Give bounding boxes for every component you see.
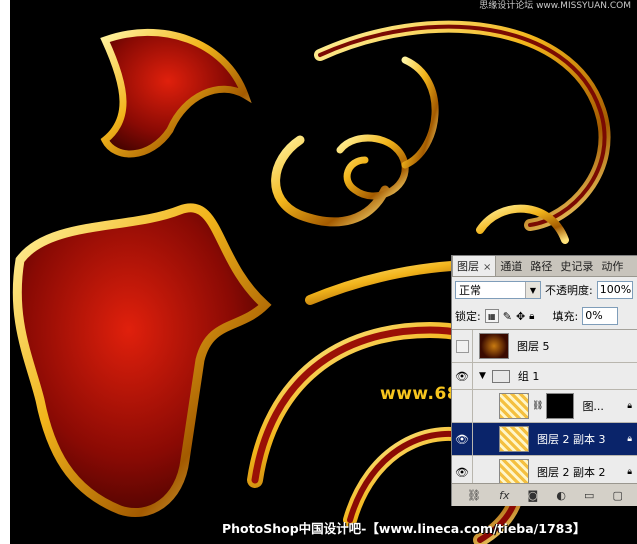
folder-icon — [491, 369, 510, 383]
layers-panel: 图层 × 通道 路径 史记录 动作 正常 ▼ 不透明度: 100% 锁定: ▦ ✎… — [451, 255, 637, 506]
fx-icon[interactable]: fx — [499, 489, 509, 502]
opacity-input[interactable]: 100% — [596, 281, 633, 299]
tab-layers[interactable]: 图层 × — [452, 256, 497, 276]
lock-icon: 🔒︎ — [627, 401, 632, 411]
chevron-down-icon: ▼ — [525, 282, 540, 298]
visibility-toggle[interactable] — [452, 330, 473, 362]
tab-label: 图层 — [457, 260, 479, 273]
lock-icon: 🔒︎ — [627, 467, 632, 477]
chain-link-icon: ⛓︎ — [532, 401, 544, 411]
mask-icon[interactable]: ◙ — [528, 489, 539, 502]
lock-icon: 🔒︎ — [627, 434, 632, 444]
mask-thumbnail — [546, 393, 575, 419]
link-icon[interactable]: ⛓︎ — [467, 489, 481, 502]
tab-channels[interactable]: 通道 — [496, 256, 526, 276]
lock-paint-icon[interactable]: ✎ — [503, 310, 512, 323]
blend-mode-value: 正常 — [459, 284, 481, 297]
close-icon[interactable]: × — [483, 262, 491, 273]
layer-name: 图层 2 副本 2 — [537, 466, 606, 479]
new-layer-icon[interactable]: ▢ — [612, 489, 622, 502]
eye-icon[interactable]: 👁︎ — [452, 423, 473, 455]
tab-paths[interactable]: 路径 — [526, 256, 556, 276]
layer-thumbnail — [499, 459, 529, 485]
group-name: 组 1 — [517, 370, 540, 383]
lock-position-icon[interactable]: ✥ — [516, 310, 525, 323]
tab-actions[interactable]: 动作 — [597, 256, 627, 276]
fill-input[interactable]: 0% — [582, 307, 619, 325]
layer-row[interactable]: ⛓︎ 图... 🔒︎ — [452, 390, 637, 423]
adjustment-icon[interactable]: ◐ — [556, 489, 566, 502]
layer-row[interactable]: 图层 5 — [452, 330, 637, 363]
fill-label: 填充: — [552, 310, 579, 323]
triangle-down-icon[interactable]: ▼ — [479, 371, 486, 381]
panel-tabs: 图层 × 通道 路径 史记录 动作 — [452, 256, 637, 277]
watermark-top: 思缘设计论坛 www.MISSYUAN.COM — [479, 1, 631, 11]
layer-name: 图... — [582, 400, 604, 413]
blend-mode-select[interactable]: 正常 ▼ — [455, 281, 541, 299]
lock-label: 锁定: — [455, 310, 481, 323]
layer-name: 图层 5 — [517, 340, 550, 353]
watermark-bottom: PhotoShop中国设计吧-【www.lineca.com/tieba/178… — [222, 521, 586, 536]
hidden-eye-icon — [455, 339, 469, 353]
layer-thumbnail — [479, 333, 509, 359]
visibility-toggle[interactable] — [452, 390, 473, 422]
layer-thumbnail — [499, 393, 529, 419]
panel-footer: ⛓︎ fx ◙ ◐ ▭ ▢ — [452, 483, 637, 506]
layer-row-selected[interactable]: 👁︎ 图层 2 副本 3 🔒︎ — [452, 423, 637, 456]
folder-icon[interactable]: ▭ — [584, 489, 594, 502]
eye-icon[interactable]: 👁︎ — [452, 363, 473, 389]
layer-list: 图层 5 👁︎ ▼ 组 1 ⛓︎ 图... 🔒︎ 👁︎ 图层 2 副本 3 🔒︎… — [452, 330, 637, 489]
lock-all-icon[interactable]: 🔒︎ — [529, 311, 534, 322]
layer-thumbnail — [499, 426, 529, 452]
tab-history[interactable]: 史记录 — [556, 256, 597, 276]
lock-transparency-icon[interactable]: ▦ — [484, 309, 499, 323]
group-row[interactable]: 👁︎ ▼ 组 1 — [452, 363, 637, 390]
opacity-label: 不透明度: — [545, 284, 593, 297]
layer-name: 图层 2 副本 3 — [537, 433, 606, 446]
